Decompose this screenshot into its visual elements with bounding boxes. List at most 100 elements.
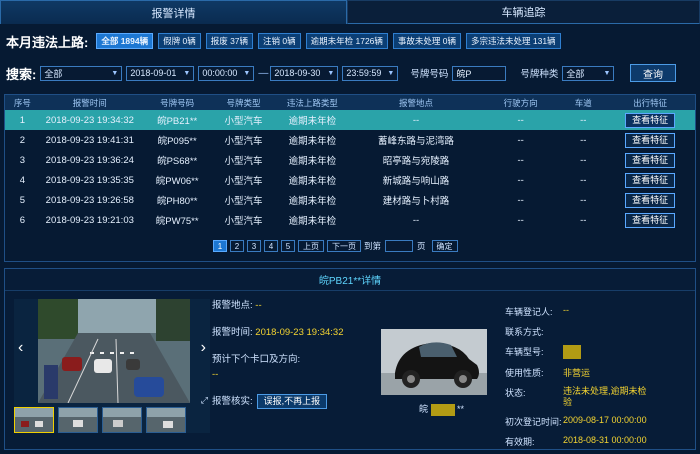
cell-time: 2018-09-23 19:35:35: [45, 174, 134, 186]
cell-no: 4: [19, 174, 26, 186]
cell-lane: --: [580, 174, 587, 186]
page-5-button[interactable]: 5: [281, 240, 295, 252]
alarm-verify-label: 报警核实:: [212, 396, 253, 407]
view-features-button[interactable]: 查看特征: [625, 192, 676, 208]
prev-page-button[interactable]: 上页: [298, 240, 324, 252]
cell-direction: --: [517, 214, 524, 226]
table-row[interactable]: 1 2018-09-23 19:34:32 皖PB21** 小型汽车 逾期未年检…: [5, 110, 695, 130]
next-page-button[interactable]: 下一页: [327, 240, 361, 252]
view-features-button[interactable]: 查看特征: [625, 112, 676, 128]
start-date-value: 2018-09-01: [130, 68, 177, 78]
cell-plate: 皖PB21**: [157, 116, 198, 127]
cell-time: 2018-09-23 19:21:03: [45, 214, 134, 226]
end-date-value: 2018-09-30: [274, 68, 321, 78]
chip-accident-unprocessed[interactable]: 事故未处理 0辆: [392, 33, 462, 49]
cell-action: 查看特征: [605, 150, 695, 170]
redaction-mask: [430, 403, 455, 416]
false-alarm-button[interactable]: 误报,不再上报: [256, 394, 328, 409]
page-1-button[interactable]: 1: [213, 240, 227, 252]
page-4-button[interactable]: 4: [264, 240, 278, 252]
plate-prefix: 皖: [419, 404, 429, 414]
tab-alarm-details[interactable]: 报警详情: [0, 0, 347, 24]
table-row[interactable]: 2 2018-09-23 19:41:31 皖P095** 小型汽车 逾期未年检…: [5, 130, 695, 150]
redaction-mask: [563, 345, 581, 359]
cell-action: 查看特征: [605, 190, 695, 210]
view-features-button[interactable]: 查看特征: [625, 152, 676, 168]
alarm-location-value: --: [255, 300, 262, 311]
model-label: 车辆型号:: [505, 347, 544, 357]
table-row[interactable]: 5 2018-09-23 19:26:58 皖PH80** 小型汽车 逾期未年检…: [5, 190, 695, 210]
cell-lane: --: [580, 194, 587, 206]
cell-violation: 逾期未年检: [288, 156, 337, 167]
chevron-down-icon: ▼: [327, 69, 335, 77]
range-dash: —: [258, 67, 269, 79]
thumbnail-image[interactable]: [14, 407, 54, 433]
vehicle-photo[interactable]: [381, 329, 487, 395]
plate-type-label: 号牌种类: [520, 69, 559, 80]
view-features-button[interactable]: 查看特征: [625, 172, 676, 188]
column-header: 号牌类型: [226, 97, 261, 108]
table-row[interactable]: 3 2018-09-23 19:36:24 皖PS68** 小型汽车 逾期未年检…: [5, 150, 695, 170]
thumbnail-image[interactable]: [102, 407, 142, 433]
expand-icon[interactable]: ⤢: [201, 395, 208, 406]
end-time-select[interactable]: 23:59:59 ▼: [342, 65, 399, 81]
chip-multiple-violations[interactable]: 多宗违法未处理 131辆: [466, 33, 561, 49]
view-features-button[interactable]: 查看特征: [625, 212, 676, 228]
plate-type-select[interactable]: 全部 ▼: [562, 65, 615, 81]
cell-no: 3: [19, 154, 26, 166]
view-features-button[interactable]: 查看特征: [625, 132, 676, 148]
cell-location: 蓄峰东路与泥湾路: [378, 136, 455, 147]
column-header: 报警地点: [399, 97, 434, 108]
pagination: 1 2 3 4 5 上页 下一页 到第 页 确定: [213, 240, 461, 252]
tab-bar: 报警详情 车辆追踪: [0, 0, 700, 24]
capture-photo[interactable]: [38, 299, 190, 403]
table-row[interactable]: 4 2018-09-23 19:35:35 皖PW06** 小型汽车 逾期未年检…: [5, 170, 695, 190]
chevron-left-icon[interactable]: ‹: [18, 339, 23, 357]
chevron-down-icon: ▼: [183, 69, 191, 77]
start-date-select[interactable]: 2018-09-01 ▼: [126, 65, 195, 81]
goto-page-input[interactable]: [385, 240, 414, 252]
usage-value: 非营运: [563, 368, 591, 378]
alarm-time-value: 2018-09-23 19:34:32: [255, 327, 344, 338]
status-value: 违法未处理,逾期未检验: [563, 386, 647, 407]
summary-title: 本月违法上路:: [6, 34, 89, 50]
chip-cancelled[interactable]: 注销 0辆: [258, 33, 301, 49]
page-unit-label: 页: [417, 241, 426, 251]
chip-scrapped[interactable]: 报废 37辆: [205, 33, 254, 49]
thumbnail-image[interactable]: [58, 407, 98, 433]
plate-suffix: **: [457, 404, 465, 414]
table-row[interactable]: 6 2018-09-23 19:21:03 皖PW75** 小型汽车 逾期未年检…: [5, 210, 695, 230]
owner-value: --: [563, 305, 569, 315]
cell-lane: --: [580, 134, 587, 146]
cell-no: 5: [19, 194, 26, 206]
chevron-down-icon: ▼: [603, 69, 611, 77]
scope-select[interactable]: 全部 ▼: [40, 65, 123, 81]
tab-vehicle-tracking[interactable]: 车辆追踪: [347, 0, 700, 24]
column-header: 序号: [13, 97, 31, 108]
end-date-select[interactable]: 2018-09-30 ▼: [270, 65, 339, 81]
chip-fake-plate[interactable]: 假牌 0辆: [158, 33, 201, 49]
page-2-button[interactable]: 2: [230, 240, 244, 252]
chevron-right-icon[interactable]: ›: [201, 339, 206, 357]
start-time-select[interactable]: 00:00:00 ▼: [198, 65, 255, 81]
cell-plate: 皖P095**: [157, 136, 197, 147]
goto-confirm-button[interactable]: 确定: [431, 240, 458, 252]
cell-location: 昭亭路与宛陵路: [382, 156, 450, 167]
chip-all[interactable]: 全部 1894辆: [96, 33, 154, 49]
query-button[interactable]: 查询: [630, 64, 676, 82]
cell-no: 6: [19, 214, 26, 226]
page-3-button[interactable]: 3: [247, 240, 261, 252]
thumbnail-image[interactable]: [146, 407, 186, 433]
alarm-table: 序号 报警时间 号牌号码 号牌类型 违法上路类型 报警地点 行驶方向 车道 出行…: [4, 94, 696, 262]
end-time-value: 23:59:59: [346, 68, 382, 78]
violation-summary: 本月违法上路: 全部 1894辆 假牌 0辆 报废 37辆 注销 0辆 逾期未年…: [6, 32, 566, 50]
plate-number-input[interactable]: 皖P: [452, 65, 507, 81]
cell-type: 小型汽车: [224, 196, 263, 207]
cell-no: 1: [19, 114, 26, 126]
cell-direction: --: [517, 174, 524, 186]
cell-lane: --: [580, 114, 587, 126]
cell-action: 查看特征: [605, 110, 695, 130]
chip-overdue-inspection[interactable]: 逾期未年检 1726辆: [305, 33, 388, 49]
owner-label: 车辆登记人:: [505, 307, 553, 317]
chevron-down-icon: ▼: [387, 69, 395, 77]
